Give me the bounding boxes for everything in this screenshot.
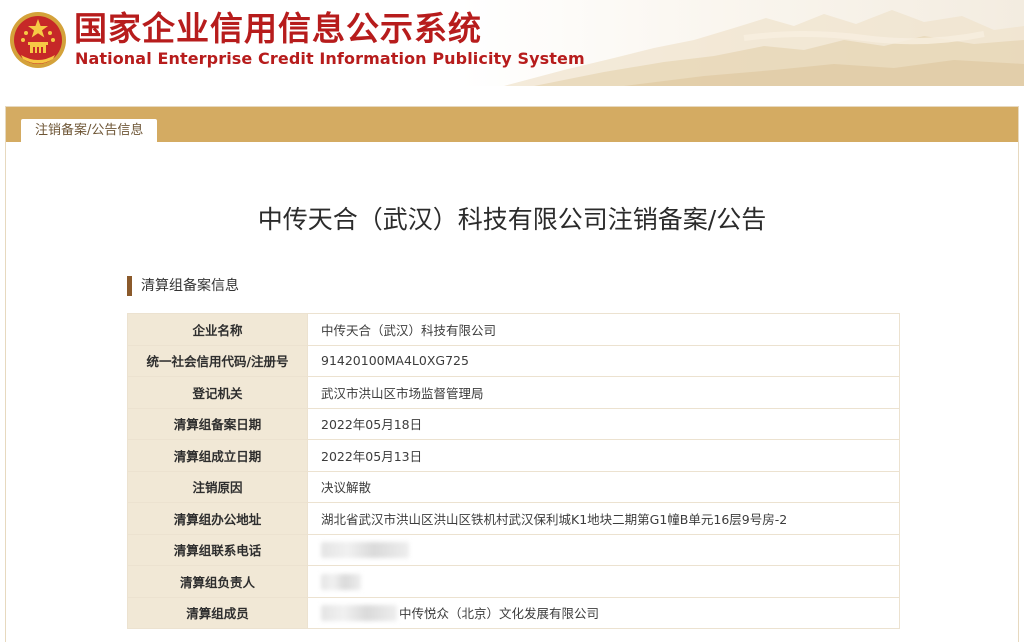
row-label: 统一社会信用代码/注册号 [127, 344, 308, 377]
site-header: 国家企业信用信息公示系统 National Enterprise Credit … [0, 0, 1024, 86]
row-value: 湖北省武汉市洪山区洪山区铁机村武汉保利城K1地块二期第G1幢B单元16层9号房-… [307, 502, 900, 535]
row-value-redacted [307, 533, 900, 566]
redacted-phone [321, 542, 409, 558]
member-name: 中传悦众（北京）文化发展有限公司 [399, 606, 600, 622]
row-value: 武汉市洪山区市场监督管理局 [307, 376, 900, 409]
table-row: 清算组联系电话 [127, 533, 900, 566]
table-row: 清算组办公地址 湖北省武汉市洪山区洪山区铁机村武汉保利城K1地块二期第G1幢B单… [127, 502, 900, 535]
tab-deregistration-notice[interactable]: 注销备案/公告信息 [21, 119, 158, 142]
liquidation-info-table: 企业名称 中传天合（武汉）科技有限公司 统一社会信用代码/注册号 9142010… [127, 313, 900, 629]
site-title-cn: 国家企业信用信息公示系统 [74, 9, 482, 48]
row-label: 清算组备案日期 [127, 407, 308, 440]
row-value-redacted [307, 565, 900, 598]
row-value: 91420100MA4L0XG725 [307, 344, 900, 377]
row-label: 注销原因 [127, 470, 308, 503]
row-label: 清算组负责人 [127, 565, 308, 598]
row-value: 2022年05月13日 [307, 439, 900, 472]
table-row: 登记机关 武汉市洪山区市场监督管理局 [127, 376, 900, 409]
row-label: 清算组办公地址 [127, 502, 308, 535]
row-label: 登记机关 [127, 376, 308, 409]
table-row: 统一社会信用代码/注册号 91420100MA4L0XG725 [127, 344, 900, 377]
row-label: 清算组联系电话 [127, 533, 308, 566]
table-row: 清算组备案日期 2022年05月18日 [127, 407, 900, 440]
table-row: 清算组成立日期 2022年05月13日 [127, 439, 900, 472]
table-row: 注销原因 决议解散 [127, 470, 900, 503]
row-value: 决议解散 [307, 470, 900, 503]
national-emblem-icon [10, 12, 66, 68]
row-value: 2022年05月18日 [307, 407, 900, 440]
row-label: 清算组成立日期 [127, 439, 308, 472]
section-heading: 清算组备案信息 [127, 276, 239, 296]
redacted-person [321, 573, 361, 590]
table-row: 清算组负责人 [127, 565, 900, 598]
tab-bar: 注销备案/公告信息 [6, 107, 1018, 142]
row-label: 企业名称 [127, 313, 308, 346]
table-row: 企业名称 中传天合（武汉）科技有限公司 [127, 313, 900, 346]
row-value: 中传悦众（北京）文化发展有限公司 [307, 596, 900, 629]
table-row: 清算组成员 中传悦众（北京）文化发展有限公司 [127, 596, 900, 629]
mountain-landscape-decor [504, 10, 1024, 86]
row-value: 中传天合（武汉）科技有限公司 [307, 313, 900, 346]
row-label: 清算组成员 [127, 596, 308, 629]
redacted-member [321, 604, 397, 621]
site-title-en: National Enterprise Credit Information P… [75, 49, 585, 68]
page-title: 中传天合（武汉）科技有限公司注销备案/公告 [257, 205, 767, 234]
